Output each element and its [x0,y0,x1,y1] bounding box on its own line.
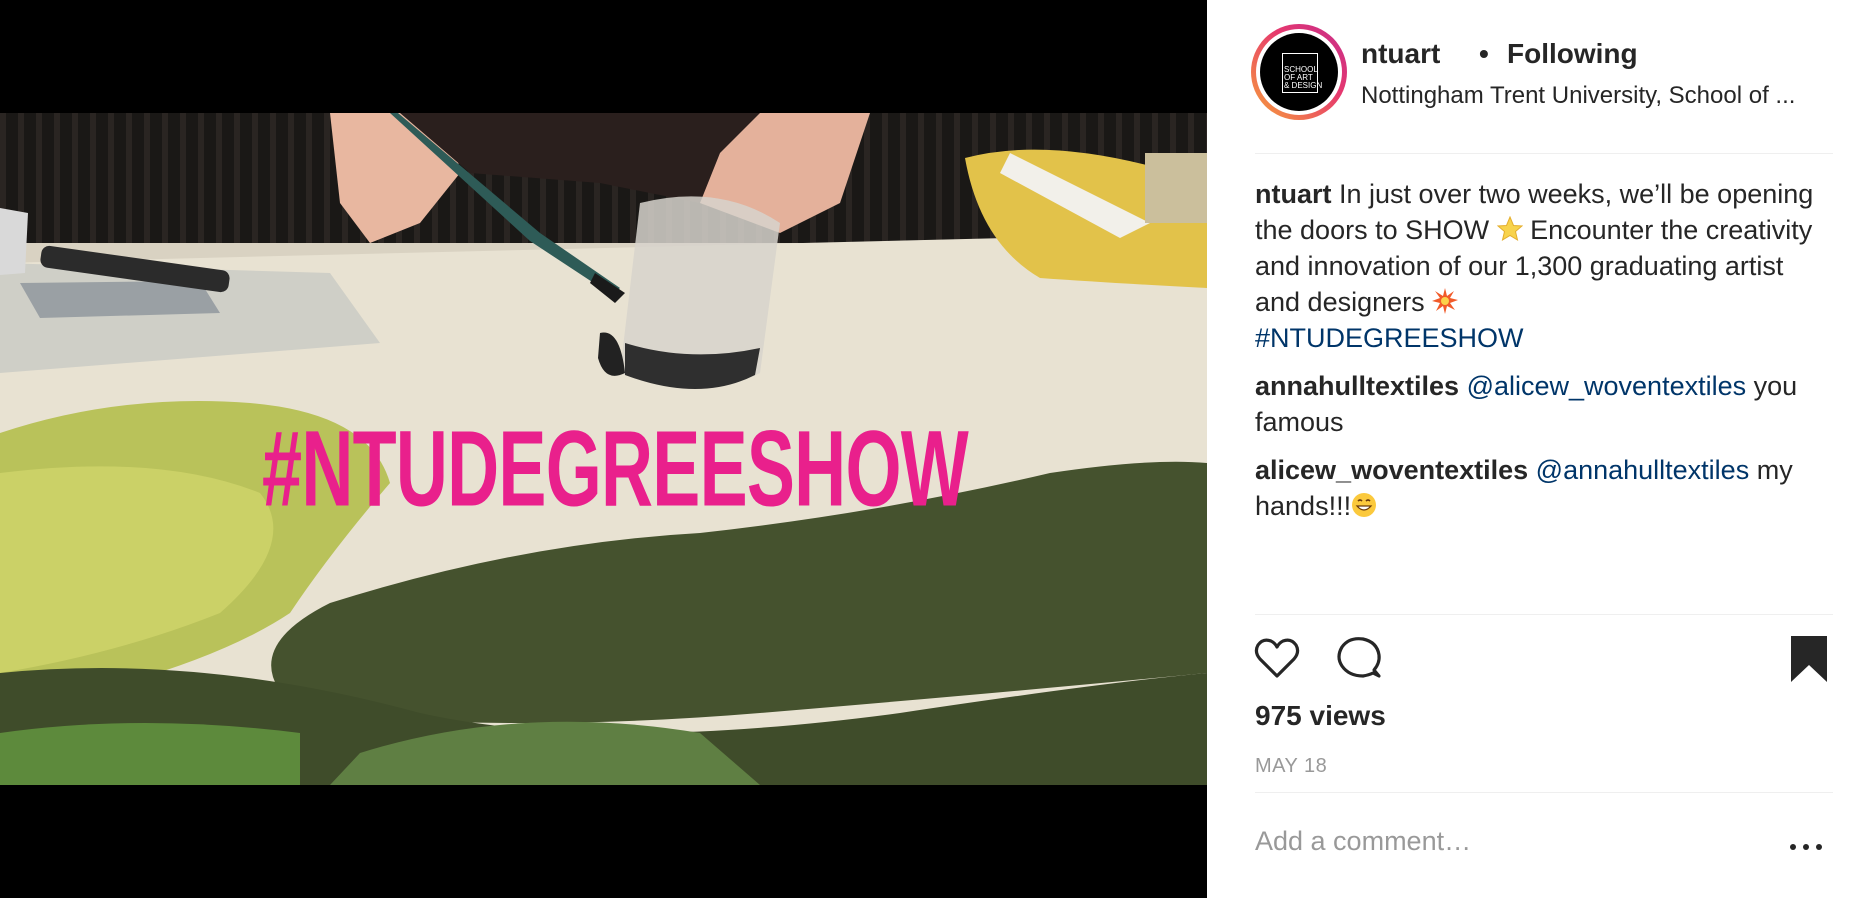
video-overlay-hashtag: #NTUDEGREESHOW [262,408,969,530]
comment-mention-link[interactable]: @alicew_woventextiles [1467,371,1747,401]
more-dot [1803,844,1809,850]
post-date[interactable]: MAY 18 [1255,755,1327,778]
view-count[interactable]: 975 views [1255,700,1386,732]
comment-username[interactable]: annahulltextiles [1255,371,1459,401]
star-emoji-icon [1496,216,1523,242]
post-media[interactable]: #NTUDEGREESHOW [0,0,1207,898]
actions-divider [1255,614,1833,615]
action-bar [1251,632,1833,684]
caption: ntuart In just over two weeks, we’ll be … [1255,176,1833,356]
comment-mention-link[interactable]: @annahulltextiles [1536,455,1750,485]
following-button[interactable]: Following [1507,38,1638,70]
more-options-button[interactable] [1790,836,1830,856]
school-logo-icon: SCHOOL OF ART & DESIGN [1260,33,1338,111]
post-header: SCHOOL OF ART & DESIGN ntuart • Followin… [1251,24,1833,128]
heart-outline-icon [1254,638,1300,678]
more-dot [1790,844,1796,850]
add-comment-input[interactable]: Add a comment… [1255,826,1471,857]
comment-bubble-icon [1337,637,1381,678]
header-separator: • [1479,38,1489,69]
grinning-emoji-icon [1352,493,1377,517]
save-button[interactable] [1783,632,1835,684]
collision-emoji-icon [1432,288,1459,314]
location-link[interactable]: Nottingham Trent University, School of .… [1361,82,1831,110]
more-dot [1816,844,1822,850]
comment-input-divider [1255,792,1833,793]
comments-list: ntuart In just over two weeks, we’ll be … [1255,176,1833,536]
header-divider [1255,153,1833,154]
comment-username[interactable]: alicew_woventextiles [1255,455,1528,485]
video-frame[interactable]: #NTUDEGREESHOW [0,113,1207,785]
comment-item: alicew_woventextiles @annahulltextiles m… [1255,452,1833,524]
bookmark-filled-icon [1791,636,1827,682]
caption-hashtag-link[interactable]: #NTUDEGREESHOW [1255,323,1524,353]
header-username[interactable]: ntuart [1361,38,1440,70]
logo-wordmark: SCHOOL OF ART & DESIGN [1284,65,1323,90]
caption-username[interactable]: ntuart [1255,179,1332,209]
avatar[interactable]: SCHOOL OF ART & DESIGN [1251,24,1347,120]
comment-item: annahulltextiles @alicew_woventextiles y… [1255,368,1833,440]
comment-button[interactable] [1333,632,1385,684]
like-button[interactable] [1251,632,1303,684]
